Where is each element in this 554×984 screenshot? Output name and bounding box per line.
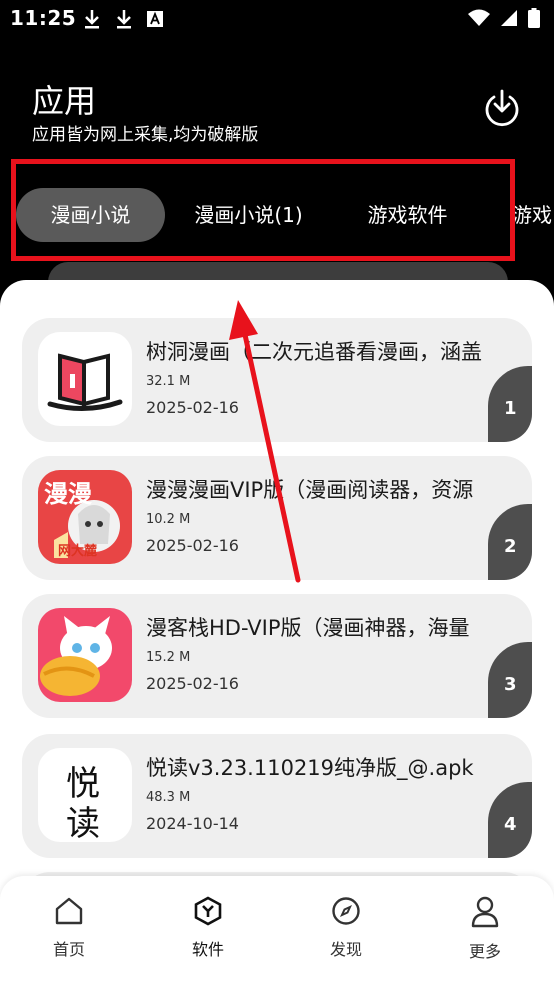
rank-badge: 1 <box>488 366 532 442</box>
app-title: 漫客栈HD-VIP版（漫画神器，海量 <box>146 616 470 640</box>
status-bar: 11:25 <box>0 0 554 38</box>
icon-text: 漫漫 <box>44 480 92 508</box>
app-date: 2025-02-16 <box>146 398 239 417</box>
yuedu-app-icon: 悦 读 <box>38 748 132 842</box>
software-icon <box>194 896 222 926</box>
page-title: 应用 <box>32 82 97 120</box>
bottom-nav: 首页 软件 发现 更多 <box>0 876 554 984</box>
nav-label: 发现 <box>329 940 362 959</box>
app-card[interactable]: 悦 读 悦读v3.23.110219纯净版_@.apk 48.3 M 2024-… <box>22 734 532 858</box>
system-icons <box>468 8 540 28</box>
download-icon <box>85 10 99 29</box>
manman-app-icon: 漫漫 网大麓 <box>38 470 132 564</box>
nav-item-more[interactable]: 更多 <box>440 896 530 962</box>
app-date: 2025-02-16 <box>146 674 239 693</box>
nav-item-software[interactable]: 软件 <box>163 896 253 960</box>
tab-comics-novels-1[interactable]: 漫画小说(1) <box>176 188 321 242</box>
signal-icon <box>501 10 517 26</box>
app-card[interactable]: 漫客栈HD-VIP版（漫画神器，海量 15.2 M 2025-02-16 3 <box>22 594 532 718</box>
app-size: 15.2 M <box>146 650 191 665</box>
notification-icons <box>82 8 164 30</box>
app-size: 48.3 M <box>146 790 191 805</box>
wifi-icon <box>468 9 490 26</box>
shudong-app-icon <box>38 332 132 426</box>
compass-icon <box>332 897 360 925</box>
nav-label: 首页 <box>52 940 85 959</box>
rank-badge: 4 <box>488 782 532 858</box>
page-subtitle: 应用皆为网上采集,均为破解版 <box>32 125 259 145</box>
download-circle-icon[interactable] <box>482 87 522 127</box>
icon-text: 网大麓 <box>58 544 98 559</box>
home-icon <box>55 897 83 925</box>
download-icon <box>117 10 131 29</box>
battery-icon <box>528 8 540 28</box>
app-size: 10.2 M <box>146 512 191 527</box>
app-date: 2025-02-16 <box>146 536 239 555</box>
nav-item-discover[interactable]: 发现 <box>301 896 391 960</box>
nav-label: 软件 <box>191 940 224 959</box>
app-card[interactable]: 树洞漫画（二次元追番看漫画，涵盖 32.1 M 2025-02-16 1 <box>22 318 532 442</box>
font-icon <box>147 11 163 27</box>
rank-badge: 2 <box>488 504 532 580</box>
rank-badge: 3 <box>488 642 532 718</box>
tab-games-software[interactable]: 游戏软件 <box>340 188 475 242</box>
user-icon <box>471 896 499 928</box>
tab-comics-novels[interactable]: 漫画小说 <box>16 188 165 242</box>
nav-item-home[interactable]: 首页 <box>24 896 114 960</box>
tab-games[interactable]: 游戏 <box>512 188 554 242</box>
app-card[interactable]: 漫漫 网大麓 漫漫漫画VIP版（漫画阅读器，资源 10.2 M 2025-02-… <box>22 456 532 580</box>
app-title: 漫漫漫画VIP版（漫画阅读器，资源 <box>146 478 474 502</box>
nav-label: 更多 <box>468 942 501 961</box>
status-time: 11:25 <box>10 6 77 30</box>
app-date: 2024-10-14 <box>146 814 239 833</box>
mankezhan-app-icon <box>38 608 132 702</box>
app-title: 树洞漫画（二次元追番看漫画，涵盖 <box>146 340 482 364</box>
app-title: 悦读v3.23.110219纯净版_@.apk <box>146 756 474 780</box>
category-tabs: 漫画小说 漫画小说(1) 游戏软件 游戏 <box>0 186 554 244</box>
icon-text: 读 <box>66 804 100 842</box>
app-size: 32.1 M <box>146 374 191 389</box>
